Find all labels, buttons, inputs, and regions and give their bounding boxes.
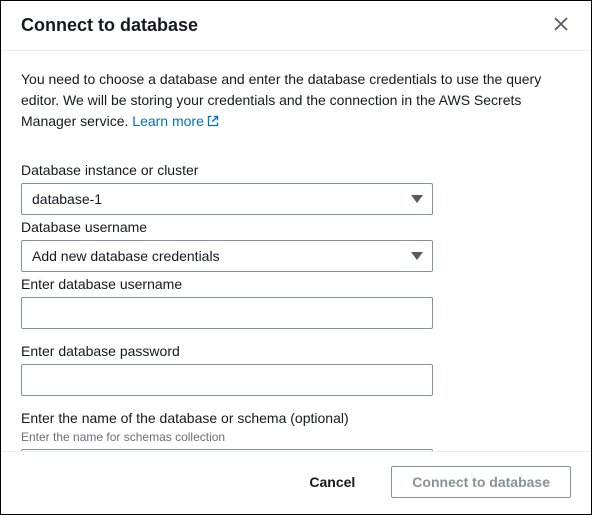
- username-input-label: Enter database username: [21, 276, 571, 292]
- instance-label: Database instance or cluster: [21, 162, 571, 178]
- password-input-group: Enter database password: [21, 343, 571, 396]
- connect-database-modal: Connect to database You need to choose a…: [0, 0, 592, 515]
- learn-more-text: Learn more: [132, 113, 204, 129]
- description-text: You need to choose a database and enter …: [21, 71, 541, 129]
- password-input-label: Enter database password: [21, 343, 571, 359]
- modal-body: You need to choose a database and enter …: [1, 51, 591, 451]
- modal-header: Connect to database: [1, 1, 591, 51]
- instance-select-value: database-1: [32, 191, 102, 207]
- username-input[interactable]: [21, 297, 433, 329]
- instance-group: Database instance or cluster database-1: [21, 162, 571, 215]
- modal-footer: Cancel Connect to database: [1, 451, 591, 514]
- schema-input-group: Enter the name of the database or schema…: [21, 410, 571, 451]
- learn-more-link[interactable]: Learn more: [132, 113, 219, 129]
- external-link-icon: [204, 113, 219, 129]
- username-select-group: Database username Add new database crede…: [21, 219, 571, 272]
- modal-description: You need to choose a database and enter …: [21, 69, 571, 132]
- schema-input-label: Enter the name of the database or schema…: [21, 410, 571, 426]
- instance-select[interactable]: database-1: [21, 183, 433, 215]
- username-input-group: Enter database username: [21, 276, 571, 329]
- username-select-label: Database username: [21, 219, 571, 235]
- username-select[interactable]: Add new database credentials: [21, 240, 433, 272]
- password-input[interactable]: [21, 364, 433, 396]
- schema-input-hint: Enter the name for schemas collection: [21, 430, 571, 444]
- close-button[interactable]: [551, 16, 571, 36]
- username-select-value: Add new database credentials: [32, 248, 220, 264]
- close-icon: [554, 17, 568, 34]
- modal-title: Connect to database: [21, 15, 198, 36]
- cancel-button[interactable]: Cancel: [289, 466, 375, 498]
- connect-button[interactable]: Connect to database: [391, 466, 571, 498]
